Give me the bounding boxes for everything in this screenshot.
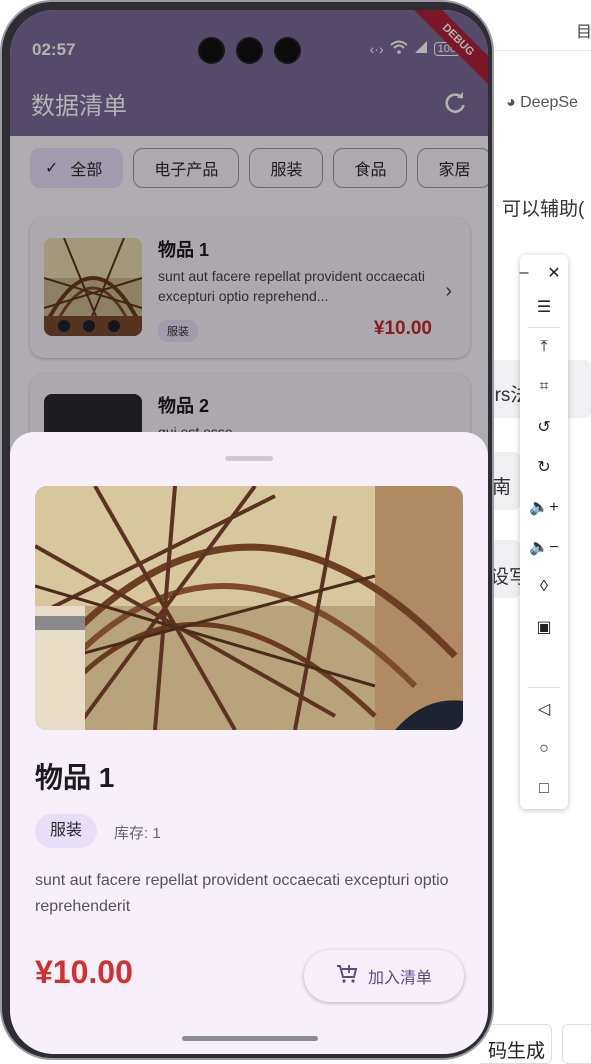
phone-frame: 02:57 ‹·› 100 DEBUG 数据清单 ✓ 全部 电子产品 服装 食品… [0, 0, 494, 1060]
pin-top-icon[interactable]: ⤒ [520, 329, 568, 365]
shake-icon[interactable]: ◊ [520, 569, 568, 605]
item-hero-image [35, 486, 463, 730]
bg-chip-2-label: 南 [492, 477, 512, 498]
item-detail-sheet: 物品 1 服装 库存: 1 sunt aut facere repellat p… [10, 432, 488, 1054]
cart-add-icon [336, 964, 358, 989]
bg-bottom-chip-label: 码生成 [488, 1041, 546, 1062]
detail-description: sunt aut facere repellat provident occae… [35, 872, 449, 915]
bg-brand-text: ◕ DeepSe [506, 94, 578, 112]
detail-stock: 库存: 1 [114, 825, 161, 842]
toolbar-divider [528, 687, 560, 688]
bg-bottom-chip-2[interactable] [562, 1024, 591, 1064]
volume-up-icon[interactable]: 🔈+ [520, 489, 568, 525]
back-icon[interactable]: ◁ [520, 691, 568, 727]
bg-top-right-text: 目 [576, 24, 591, 41]
sheet-drag-handle[interactable] [225, 456, 273, 461]
volume-down-icon[interactable]: 🔈− [520, 529, 568, 565]
screenshot-icon[interactable]: ▣ [520, 609, 568, 645]
rotate-left-icon[interactable]: ↺ [520, 409, 568, 445]
bg-divider [480, 50, 591, 51]
rotate-right-icon[interactable]: ↻ [520, 449, 568, 485]
home-indicator[interactable] [182, 1036, 318, 1041]
deepseek-logo-icon: ◕ [506, 94, 516, 111]
detail-price: ¥10.00 [35, 954, 133, 990]
bg-line1: 可以辅助( [502, 199, 585, 220]
home-icon[interactable]: ○ [520, 731, 568, 767]
close-icon[interactable]: ✕ [540, 255, 568, 291]
add-to-list-label: 加入清单 [367, 970, 432, 987]
toolbar-divider [528, 327, 560, 328]
minimize-icon[interactable]: – [510, 255, 538, 291]
bg-brand-label: DeepSe [520, 94, 578, 111]
menu-icon[interactable]: ☰ [520, 289, 568, 325]
phone-screen: 02:57 ‹·› 100 DEBUG 数据清单 ✓ 全部 电子产品 服装 食品… [10, 10, 488, 1054]
detail-item-name: 物品 1 [35, 762, 115, 793]
detail-category-badge: 服装 [35, 814, 98, 848]
overview-icon[interactable]: □ [520, 771, 568, 807]
emulator-toolbar: – ✕ ☰ ⤒ ⌗ ↺ ↻ 🔈+ 🔈− ◊ ▣ ◁ ○ □ [520, 255, 568, 809]
crop-icon[interactable]: ⌗ [520, 369, 568, 405]
add-to-list-button[interactable]: 加入清单 [304, 950, 464, 1002]
